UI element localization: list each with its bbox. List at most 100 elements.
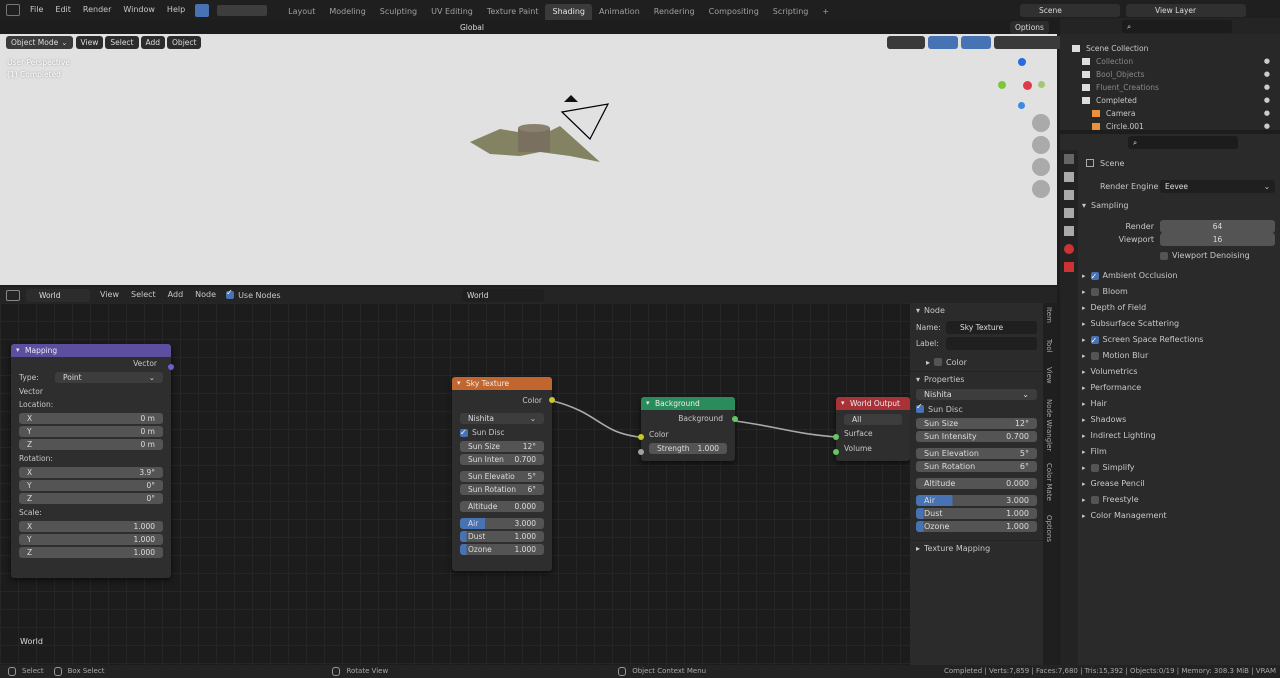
outliner-item-circle-001[interactable]: Circle.001 ● — [1060, 120, 1280, 133]
viewport-menu-add[interactable]: Add — [140, 36, 166, 49]
location-y-field[interactable]: Y 0 m — [19, 426, 163, 437]
rotation-z-field[interactable]: Z 0° — [19, 493, 163, 504]
panel-performance[interactable]: ▸ Performance — [1082, 380, 1277, 396]
viewport-denoising-toggle[interactable]: Viewport Denoising — [1160, 251, 1250, 260]
sampling-header[interactable]: ▾ Sampling — [1082, 198, 1128, 214]
outliner-search-input[interactable]: ⌕ — [1122, 20, 1232, 33]
visibility-eye-icon[interactable]: ● — [1264, 81, 1270, 94]
select-tool-icon[interactable] — [195, 3, 210, 17]
tab-animation[interactable]: Animation — [592, 4, 647, 20]
panel-sun-size-field[interactable]: Sun Size 12° — [916, 418, 1037, 429]
sidebar-tab-color-mate[interactable]: Color Mate — [1045, 463, 1053, 501]
strength-socket[interactable] — [638, 449, 644, 455]
scene-tab-icon[interactable] — [1064, 226, 1074, 236]
tab-texture-paint[interactable]: Texture Paint — [480, 4, 546, 20]
camera-view-icon[interactable] — [1032, 158, 1050, 176]
panel-sun-disc-checkbox[interactable] — [916, 402, 924, 413]
panel-freestyle[interactable]: ▸ Freestyle — [1082, 492, 1277, 508]
tab-layout[interactable]: Layout — [281, 4, 322, 20]
panel-shadows[interactable]: ▸ Shadows — [1082, 412, 1277, 428]
viewport-denoising-checkbox[interactable] — [1160, 251, 1168, 260]
sky-model-dropdown[interactable]: Nishita ⌄ — [460, 413, 544, 424]
background-output-socket[interactable] — [732, 416, 738, 422]
sidebar-tab-node-wrangler[interactable]: Node Wrangler — [1045, 399, 1053, 451]
node-editor-canvas[interactable]: Mapping Vector Type: Point⌄ Vector Locat… — [0, 303, 910, 665]
panel-indirect-lighting[interactable]: ▸ Indirect Lighting — [1082, 428, 1277, 444]
neg-y-axis-dot[interactable] — [1038, 81, 1045, 88]
dust-field[interactable]: Dust 1.000 — [460, 531, 544, 542]
tab-sculpting[interactable]: Sculpting — [373, 4, 424, 20]
panel-screen-space-reflections-checkbox[interactable] — [1090, 333, 1099, 349]
z-axis-dot[interactable] — [1018, 58, 1026, 66]
viewport-menu-select[interactable]: Select — [105, 36, 139, 49]
sun-disc-checkbox[interactable] — [460, 426, 468, 439]
panel-simplify[interactable]: ▸ Simplify — [1082, 460, 1277, 476]
node-menu-view[interactable]: View — [96, 287, 123, 303]
properties-section-header[interactable]: ▾ Properties — [910, 371, 1043, 387]
sidebar-tab-tool[interactable]: Tool — [1045, 339, 1053, 353]
x-axis-dot[interactable] — [1023, 81, 1032, 90]
viewport-menu-object[interactable]: Object — [167, 36, 202, 49]
volume-socket[interactable] — [833, 449, 839, 455]
scene-selector[interactable]: Scene — [1020, 3, 1120, 17]
tab-scripting[interactable]: Scripting — [766, 4, 816, 20]
location-z-field[interactable]: Z 0 m — [19, 439, 163, 450]
node-menu-select[interactable]: Select — [127, 287, 160, 303]
world-tab-icon[interactable] — [1064, 244, 1074, 254]
node-name-field[interactable]: Sky Texture — [946, 320, 1037, 334]
tool-tab-icon[interactable] — [1064, 154, 1074, 164]
world-datablock[interactable]: World — [462, 288, 544, 302]
viewport-samples-field[interactable]: 16 — [1160, 233, 1275, 246]
air-field[interactable]: Air 3.000 — [460, 518, 544, 529]
mapping-node[interactable]: Mapping Vector Type: Point⌄ Vector Locat… — [11, 344, 174, 578]
texture-tab-icon[interactable] — [1064, 262, 1074, 272]
editor-type-icon[interactable] — [6, 4, 20, 16]
panel-depth-of-field[interactable]: ▸ Depth of Field — [1082, 300, 1277, 316]
tab-rendering[interactable]: Rendering — [647, 4, 702, 20]
visibility-eye-icon[interactable]: ● — [1264, 68, 1270, 81]
menu-file[interactable]: File — [24, 0, 49, 20]
menu-render[interactable]: Render — [77, 0, 117, 20]
render-samples-field[interactable]: 64 — [1160, 220, 1275, 233]
sun-disc-toggle[interactable]: Sun Disc — [452, 426, 552, 439]
visibility-eye-icon[interactable]: ● — [1264, 120, 1270, 133]
y-axis-dot[interactable] — [998, 81, 1006, 89]
hand-pan-icon[interactable] — [1032, 136, 1050, 154]
scale-y-field[interactable]: Y 1.000 — [19, 534, 163, 545]
visibility-eye-icon[interactable]: ● — [1264, 55, 1270, 68]
node-section-header[interactable]: ▾ Node — [910, 303, 1043, 319]
sky-color-socket[interactable] — [549, 397, 555, 403]
strength-field[interactable]: Strength 1.000 — [649, 443, 727, 454]
sidebar-tab-options[interactable]: Options — [1045, 515, 1053, 542]
mapping-output-socket[interactable] — [168, 364, 174, 370]
grid-view-icon[interactable] — [1032, 180, 1050, 198]
scale-z-field[interactable]: Z 1.000 — [19, 547, 163, 558]
sidebar-tab-item[interactable]: Item — [1045, 307, 1053, 323]
use-nodes-toggle[interactable]: Use Nodes — [226, 288, 281, 300]
panel-bloom[interactable]: ▸ Bloom — [1082, 284, 1277, 300]
rotation-y-field[interactable]: Y 0° — [19, 480, 163, 491]
background-node[interactable]: Background Background Color Strength 1.00… — [638, 397, 738, 461]
tab-compositing[interactable]: Compositing — [702, 4, 766, 20]
menu-window[interactable]: Window — [117, 0, 161, 20]
view-layer-tab-icon[interactable] — [1064, 208, 1074, 218]
ozone-field[interactable]: Ozone 1.000 — [460, 544, 544, 555]
outliner-item-fluent-creations[interactable]: Fluent_Creations ● — [1060, 81, 1280, 94]
sky-texture-node[interactable]: Sky Texture Color Nishita⌄ Sun Disc Sun … — [452, 377, 555, 571]
sidebar-tab-view[interactable]: View — [1045, 367, 1053, 384]
render-engine-dropdown[interactable]: Eevee ⌄ — [1160, 180, 1275, 193]
panel-dust-field[interactable]: Dust 1.000 — [916, 508, 1037, 519]
visibility-eye-icon[interactable]: ● — [1264, 94, 1270, 107]
scene-collection-row[interactable]: Scene Collection — [1060, 42, 1280, 55]
output-tab-icon[interactable] — [1064, 190, 1074, 200]
surface-socket[interactable] — [833, 434, 839, 440]
color-toggle[interactable]: ▸ Color — [910, 353, 1043, 371]
object-mode-dropdown[interactable]: Object Mode ⌄ — [6, 36, 73, 49]
sun-size-field[interactable]: Sun Size 12° — [460, 441, 544, 452]
panel-hair[interactable]: ▸ Hair — [1082, 396, 1277, 412]
tab-modeling[interactable]: Modeling — [322, 4, 372, 20]
panel-sun-rotation-field[interactable]: Sun Rotation 6° — [916, 461, 1037, 472]
tab-shading[interactable]: Shading — [545, 4, 592, 20]
sun-elevation-field[interactable]: Sun Elevatio 5° — [460, 471, 544, 482]
outliner-item-completed[interactable]: Completed ● — [1060, 94, 1280, 107]
